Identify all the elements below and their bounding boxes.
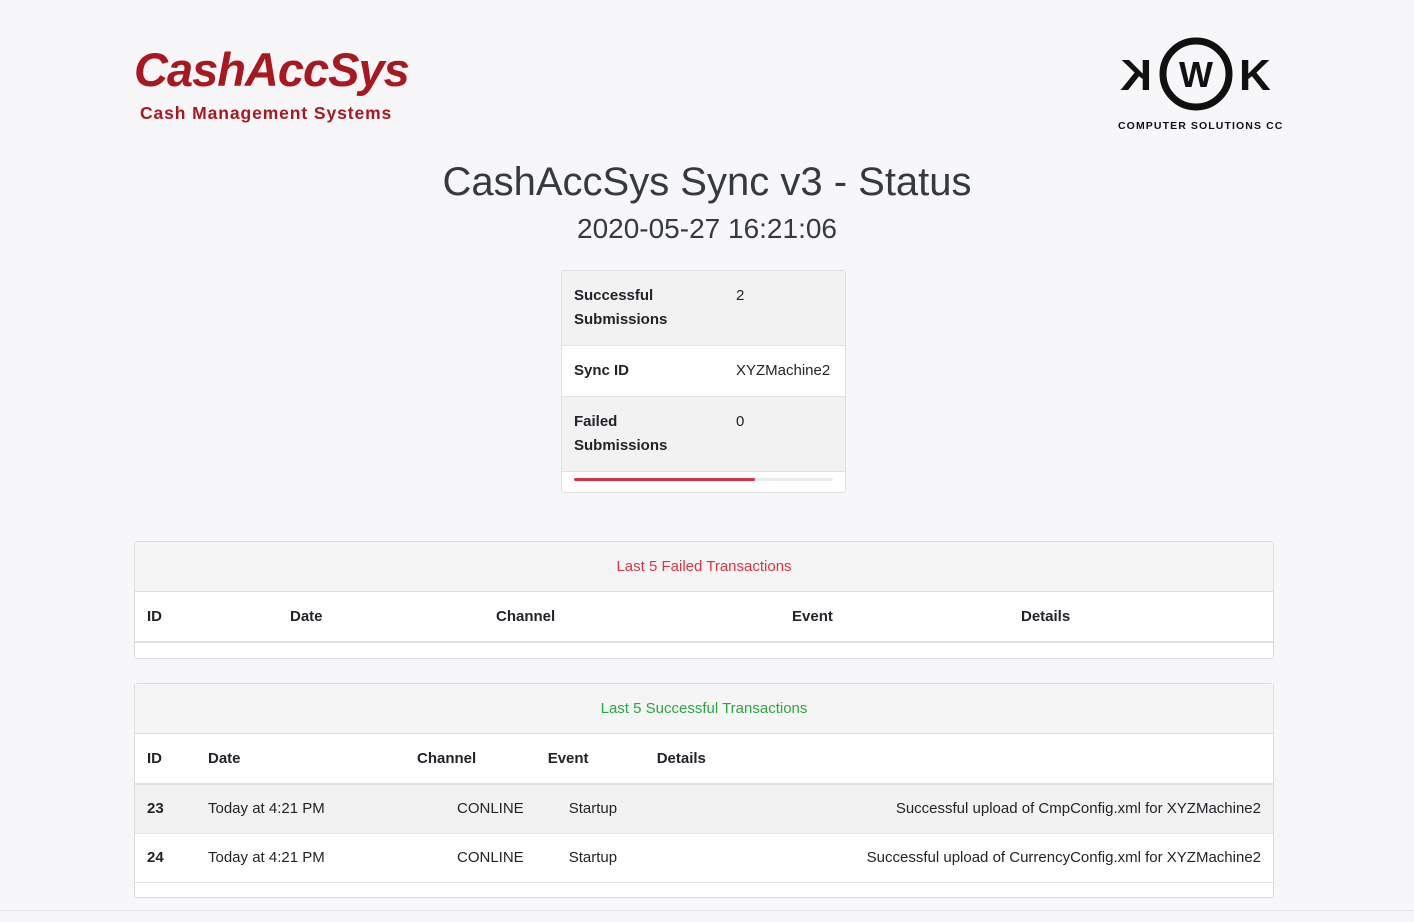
kwk-logo: W K K COMPUTER SOLUTIONS CC [1118,34,1284,134]
successful-transactions-card: Last 5 Successful Transactions ID Date C… [134,683,1274,898]
kwk-logo-mark: W K K [1120,37,1271,111]
summary-value: XYZMachine2 [724,345,845,397]
cell-details: Successful upload of CmpConfig.xml for X… [644,784,1273,834]
summary-label: Successful Submissions [562,271,724,346]
column-header-date: Date [278,592,484,643]
column-header-id: ID [135,592,278,643]
column-header-date: Date [196,734,405,785]
cell-date: Today at 4:21 PM [196,833,405,883]
summary-table: Successful Submissions 2 Sync ID XYZMach… [562,271,845,472]
page-title: CashAccSys Sync v3 - Status [442,160,972,204]
summary-label: Failed Submissions [562,396,724,472]
column-header-channel: Channel [405,734,536,785]
cell-id: 24 [135,833,196,883]
cell-id: 23 [135,784,196,834]
svg-text:K: K [1239,51,1271,100]
cell-channel: CONLINE [405,833,536,883]
table-row: 23 Today at 4:21 PM CONLINE Startup Succ… [135,784,1273,834]
summary-label: Sync ID [562,345,724,397]
summary-value: 0 [724,396,845,472]
progress-bar [574,478,833,481]
failed-transactions-title: Last 5 Failed Transactions [135,542,1273,592]
cell-event: Startup [535,833,645,883]
column-header-event: Event [535,734,645,785]
summary-row: Sync ID XYZMachine2 [562,345,845,397]
cell-details: Successful upload of CurrencyConfig.xml … [644,833,1273,883]
failed-transactions-card: Last 5 Failed Transactions ID Date Chann… [134,541,1274,659]
page-divider [0,910,1414,911]
progress-bar-fill [574,478,756,481]
cell-channel: CONLINE [405,784,536,834]
summary-value: 2 [724,271,845,346]
table-row: 24 Today at 4:21 PM CONLINE Startup Succ… [135,833,1273,883]
cashaccsys-logo-text: CashAccSys [134,43,410,96]
cell-date: Today at 4:21 PM [196,784,405,834]
table-header-row: ID Date Channel Event Details [135,734,1273,785]
column-header-channel: Channel [484,592,780,643]
column-header-event: Event [780,592,1009,643]
successful-transactions-title: Last 5 Successful Transactions [135,684,1273,734]
column-header-details: Details [1009,592,1273,643]
cashaccsys-logo-tagline: Cash Management Systems [140,103,393,123]
successful-transactions-table: ID Date Channel Event Details 23 Today a… [135,734,1273,883]
kwk-logo-tagline: COMPUTER SOLUTIONS CC [1118,120,1284,132]
cashaccsys-logo: CashAccSys Cash Management Systems [134,43,434,128]
page-timestamp: 2020-05-27 16:21:06 [577,213,837,244]
cell-event: Startup [535,784,645,834]
summary-row: Successful Submissions 2 [562,271,845,346]
failed-transactions-table: ID Date Channel Event Details [135,592,1273,643]
table-header-row: ID Date Channel Event Details [135,592,1273,643]
svg-text:W: W [1179,54,1213,95]
column-header-id: ID [135,734,196,785]
svg-text:K: K [1120,51,1152,100]
summary-row: Failed Submissions 0 [562,396,845,472]
summary-card: Successful Submissions 2 Sync ID XYZMach… [561,270,846,493]
column-header-details: Details [644,734,1273,785]
